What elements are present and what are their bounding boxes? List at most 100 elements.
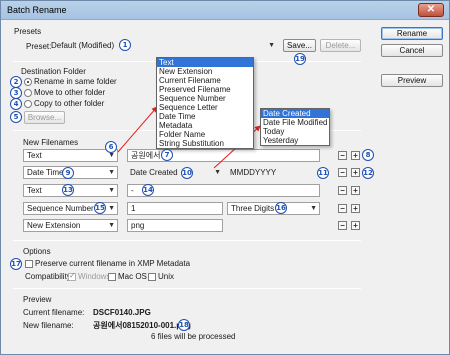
files-count-text: 6 files will be processed [151, 332, 236, 341]
rename-button[interactable]: Rename [381, 27, 443, 40]
current-filename-value: DSCF0140.JPG [93, 308, 151, 317]
preset-value: Default (Modified) [51, 41, 115, 50]
preview-button[interactable]: Preview [381, 74, 443, 87]
type-menu-item[interactable]: Text [157, 58, 253, 67]
row3-type-value: Text [27, 186, 42, 195]
date-menu-item[interactable]: Yesterday [261, 136, 329, 145]
row4-remove-button[interactable]: − [338, 204, 347, 213]
type-menu-item[interactable]: Preserved Filename [157, 85, 253, 94]
date-menu-item[interactable]: Today [261, 127, 329, 136]
badge-5: 5 [10, 111, 22, 123]
row1-type-value: Text [27, 151, 42, 160]
row5-type-select[interactable]: New Extension ▼ [23, 219, 118, 232]
type-menu-item[interactable]: Date Time [157, 112, 253, 121]
save-preset-button[interactable]: Save... [283, 39, 316, 52]
radio-rename-same-folder[interactable] [24, 78, 32, 86]
row5-remove-button[interactable]: − [338, 221, 347, 230]
current-filename-label: Current filename: [23, 308, 85, 317]
windows-label: Windows [78, 272, 111, 281]
row2-date-source-select[interactable]: Date Created ▼ [127, 166, 223, 179]
badge-12: 12 [362, 167, 374, 179]
chevron-down-icon: ▼ [108, 169, 115, 176]
compatibility-label: Compatibility: [25, 272, 74, 281]
type-menu-item[interactable]: Sequence Letter [157, 103, 253, 112]
badge-7: 7 [161, 149, 173, 161]
radio-label: Copy to other folder [34, 99, 105, 108]
radio-label: Rename in same folder [34, 77, 117, 86]
preset-select[interactable]: Default (Modified) ▼ [48, 39, 277, 52]
date-menu-item[interactable]: Date Created [261, 109, 329, 118]
row2-remove-button[interactable]: − [338, 168, 347, 177]
preserve-filename-checkbox[interactable] [25, 260, 33, 268]
row3-add-button[interactable]: + [351, 186, 360, 195]
badge-10: 10 [181, 167, 193, 179]
date-dropdown-menu[interactable]: Date Created Date File Modified Today Ye… [260, 108, 330, 146]
row5-extension-input[interactable]: png [127, 219, 223, 232]
destination-section-label: Destination Folder [21, 67, 86, 76]
row1-text-input[interactable]: 공원에서 [127, 149, 320, 162]
macos-label: Mac OS [118, 272, 147, 281]
badge-8: 8 [362, 149, 374, 161]
row4-type-value: Sequence Number [27, 204, 94, 213]
row4-digits-select[interactable]: Three Digits ▼ [227, 202, 320, 215]
row4-start-number-input[interactable]: 1 [127, 202, 223, 215]
badge-4: 4 [10, 98, 22, 110]
type-menu-item[interactable]: Folder Name [157, 130, 253, 139]
chevron-down-icon: ▼ [108, 222, 115, 229]
row2-type-value: Date Time [27, 168, 64, 177]
options-section-label: Options [23, 247, 51, 256]
macos-checkbox[interactable] [108, 273, 116, 281]
unix-label: Unix [158, 272, 175, 281]
batch-rename-window: Batch Rename ✕ Rename Cancel Preview Pre… [0, 0, 450, 355]
type-menu-item[interactable]: New Extension [157, 67, 253, 76]
chevron-down-icon: ▼ [268, 42, 275, 49]
radio-move-other-folder[interactable] [24, 89, 32, 97]
row3-remove-button[interactable]: − [338, 186, 347, 195]
row4-add-button[interactable]: + [351, 204, 360, 213]
badge-1: 1 [119, 39, 131, 51]
badge-6: 6 [105, 141, 117, 153]
row4-digits-value: Three Digits [231, 204, 275, 213]
title-bar[interactable]: Batch Rename ✕ [1, 1, 449, 20]
cancel-button[interactable]: Cancel [381, 44, 443, 57]
badge-17: 17 [10, 258, 22, 270]
chevron-down-icon: ▼ [108, 205, 115, 212]
badge-9: 9 [62, 167, 74, 179]
type-menu-item[interactable]: Metadata [157, 121, 253, 130]
badge-15: 15 [94, 202, 106, 214]
type-menu-item[interactable]: String Substitution [157, 139, 253, 148]
type-dropdown-menu[interactable]: Text New Extension Current Filename Pres… [156, 57, 254, 149]
chevron-down-icon: ▼ [108, 187, 115, 194]
new-filename-label: New filename: [23, 321, 74, 330]
row2-date-format-value: MMDDYYYY [230, 168, 277, 177]
browse-button[interactable]: Browse... [24, 111, 65, 124]
badge-16: 16 [275, 202, 287, 214]
divider [13, 240, 361, 241]
close-button[interactable]: ✕ [418, 3, 444, 17]
new-filenames-section-label: New Filenames [23, 138, 79, 147]
row2-add-button[interactable]: + [351, 168, 360, 177]
date-menu-item[interactable]: Date File Modified [261, 118, 329, 127]
windows-checkbox[interactable] [68, 271, 76, 281]
row1-remove-button[interactable]: − [338, 151, 347, 160]
type-menu-item[interactable]: Current Filename [157, 76, 253, 85]
badge-13: 13 [62, 184, 74, 196]
badge-14: 14 [142, 184, 154, 196]
row1-type-select[interactable]: Text ▼ [23, 149, 118, 162]
delete-preset-button[interactable]: Delete... [320, 39, 361, 52]
chevron-down-icon: ▼ [214, 169, 221, 176]
window-title: Batch Rename [7, 5, 67, 15]
divider [13, 288, 361, 289]
row2-date-source-value: Date Created [130, 168, 178, 177]
row2-date-format-select[interactable]: MMDDYYYY ▼ [227, 166, 327, 179]
badge-19: 19 [294, 53, 306, 65]
badge-18: 18 [178, 319, 190, 331]
row3-text-input[interactable]: - [127, 184, 320, 197]
unix-checkbox[interactable] [148, 273, 156, 281]
type-menu-item[interactable]: Sequence Number [157, 94, 253, 103]
radio-copy-other-folder[interactable] [24, 100, 32, 108]
preview-section-label: Preview [23, 295, 52, 304]
row1-add-button[interactable]: + [351, 151, 360, 160]
row5-type-value: New Extension [27, 221, 81, 230]
row5-add-button[interactable]: + [351, 221, 360, 230]
